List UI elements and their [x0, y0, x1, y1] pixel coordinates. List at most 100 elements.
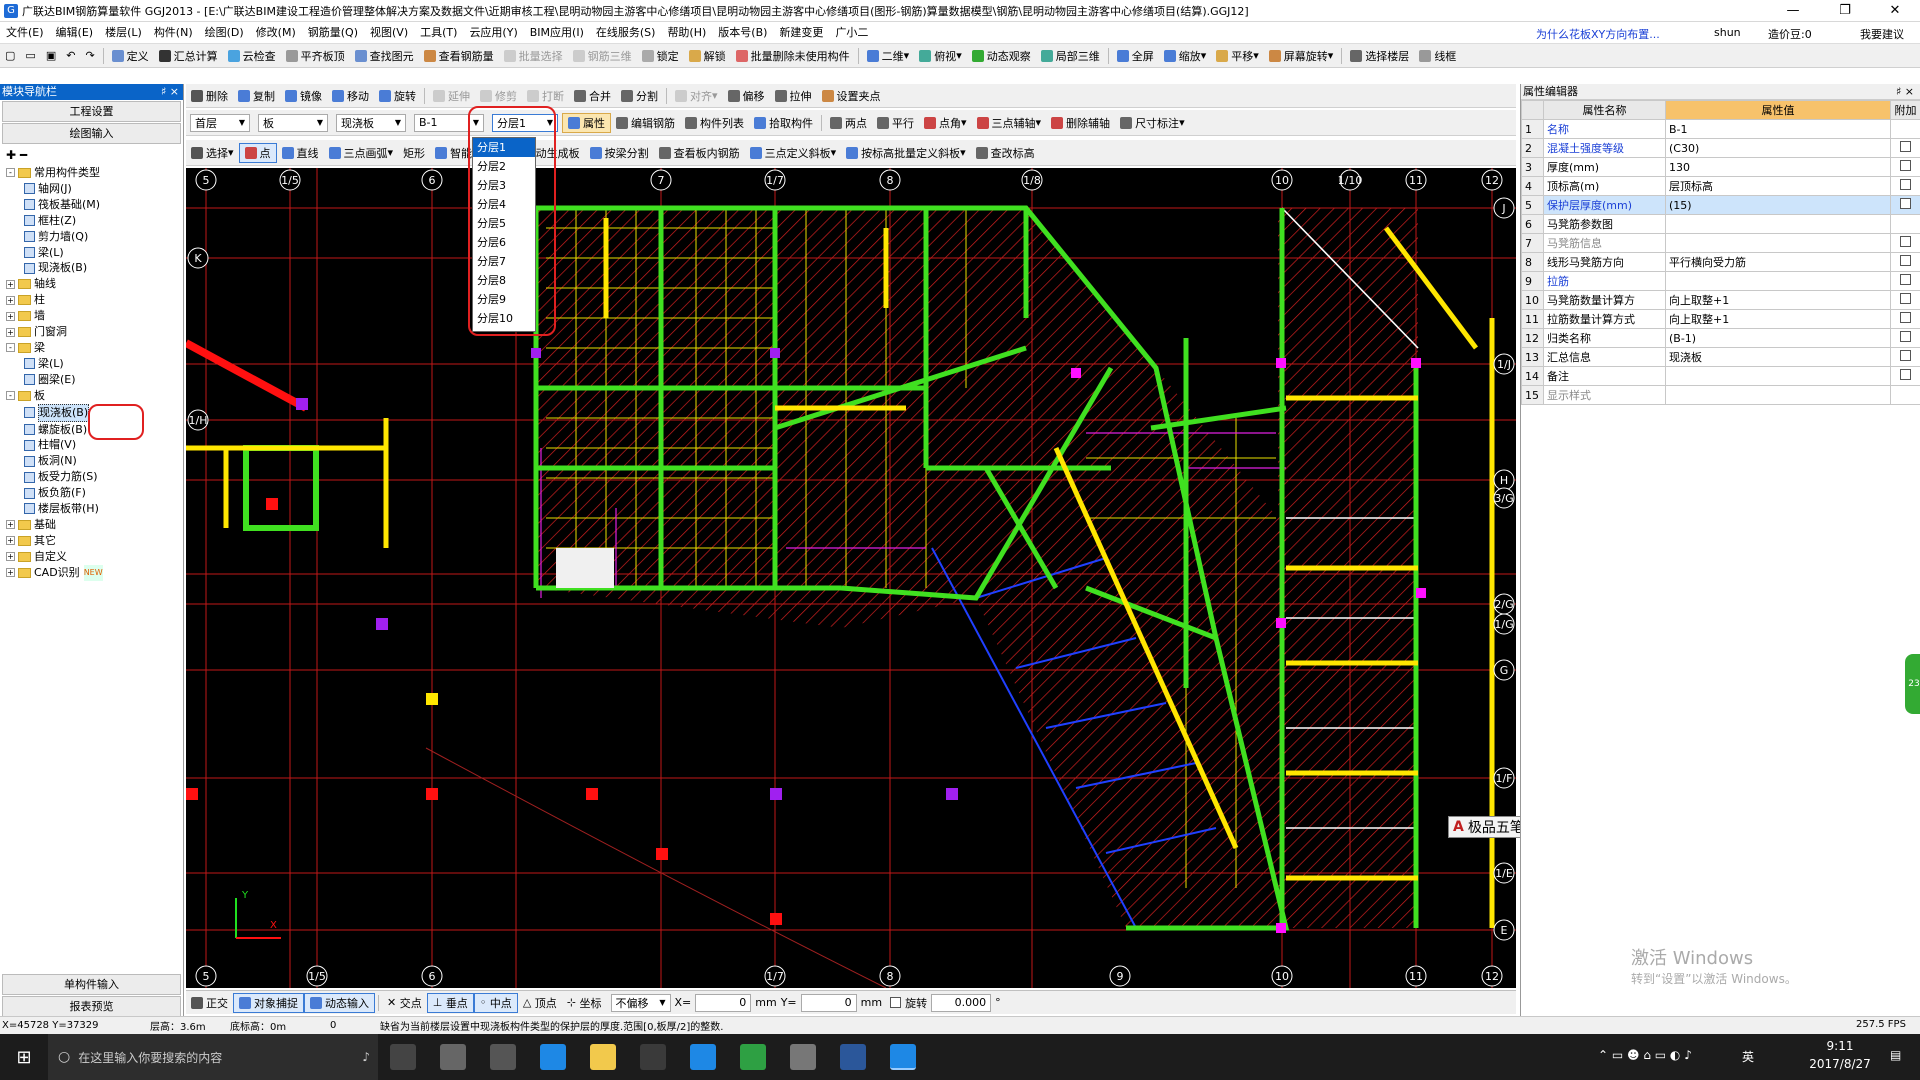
property-row[interactable]: 5 保护层厚度(mm) (15) — [1521, 195, 1920, 215]
set-grip-button[interactable]: 设置夹点 — [817, 86, 886, 106]
menu-rebar[interactable]: 钢筋量(Q) — [302, 22, 364, 43]
tree-item[interactable]: + 其它 — [6, 533, 183, 549]
tree-item[interactable]: + 基础 — [6, 517, 183, 533]
summary-calc-button[interactable]: 汇总计算 — [154, 46, 223, 66]
extra-checkbox[interactable] — [1900, 255, 1911, 266]
expand-collapse-icons[interactable]: ✚ ━ — [0, 145, 183, 165]
extra-checkbox[interactable] — [1900, 236, 1911, 247]
minimize-button[interactable]: — — [1770, 0, 1816, 21]
input-language[interactable]: 英 — [1742, 1048, 1754, 1065]
expand-icon[interactable]: + — [6, 520, 15, 530]
expand-icon[interactable]: + — [6, 552, 15, 562]
tree-item[interactable]: + 柱 — [6, 292, 183, 308]
parallel-button[interactable]: 平行 — [872, 113, 919, 133]
coordinate-snap[interactable]: ⊹ 坐标 — [562, 993, 607, 1013]
tree-item[interactable]: + 墙 — [6, 308, 183, 324]
menu-modify[interactable]: 修改(M) — [250, 22, 302, 43]
2d-button[interactable]: 二维 ▾ — [862, 46, 915, 66]
subtype-select[interactable]: 现浇板 ▼ — [336, 113, 406, 132]
expand-icon[interactable]: + — [6, 568, 15, 578]
tree-item[interactable]: 轴网(J) — [6, 181, 183, 197]
align-slab-top-button[interactable]: 平齐板顶 — [281, 46, 350, 66]
tree-item[interactable]: + 轴线 — [6, 276, 183, 292]
word-icon[interactable] — [840, 1044, 866, 1070]
lock-button[interactable]: 锁定 — [637, 46, 684, 66]
clock-time[interactable]: 9:11 — [1800, 1039, 1880, 1053]
property-row[interactable]: 14 备注 — [1521, 366, 1920, 386]
menu-guangxiaoer[interactable]: 广小二 — [829, 22, 874, 43]
expand-icon[interactable]: + — [6, 327, 15, 337]
midpoint-snap[interactable]: ◦ 中点 — [473, 992, 518, 1013]
property-row[interactable]: 1 名称 B-1 — [1521, 119, 1920, 139]
local-3d-button[interactable]: 局部三维 — [1036, 46, 1105, 66]
zoom-button[interactable]: 缩放 ▾ — [1159, 46, 1212, 66]
menu-floor[interactable]: 楼层(L) — [99, 22, 148, 43]
tab-drawing-input[interactable]: 绘图输入 — [2, 123, 181, 144]
extra-checkbox[interactable] — [1900, 274, 1911, 285]
new-file-icon[interactable]: ▢ — [0, 46, 20, 66]
extra-checkbox[interactable] — [1900, 369, 1911, 380]
menu-tools[interactable]: 工具(T) — [414, 22, 463, 43]
batch-slope-button[interactable]: 按标高批量定义斜板 ▾ — [841, 143, 971, 163]
three-point-slope-button[interactable]: 三点定义斜板 ▾ — [745, 143, 842, 163]
component-list-button[interactable]: 构件列表 — [680, 113, 749, 133]
property-row[interactable]: 4 顶标高(m) 层顶标高 — [1521, 176, 1920, 196]
property-row[interactable]: 7 马凳筋信息 — [1521, 233, 1920, 253]
close-icon[interactable]: × — [1905, 85, 1914, 98]
collapse-icon[interactable]: - — [6, 391, 15, 401]
offset-button[interactable]: 偏移 — [723, 86, 770, 106]
property-row[interactable]: 8 线形马凳筋方向 平行横向受力筋 — [1521, 252, 1920, 272]
property-row[interactable]: 15 显示样式 — [1521, 385, 1920, 405]
line-button[interactable]: 直线 — [277, 143, 324, 163]
user-name[interactable]: shun — [1714, 26, 1741, 39]
tree-item[interactable]: 梁(L) — [6, 356, 183, 372]
pin-icon[interactable]: ♯ — [161, 85, 166, 98]
menu-edit[interactable]: 编辑(E) — [50, 22, 100, 43]
pin-icon[interactable]: ♯ — [1896, 85, 1901, 98]
tree-item[interactable]: 筏板基础(M) — [6, 197, 183, 213]
property-value[interactable]: 向上取整+1 — [1665, 290, 1891, 310]
taskbar-search[interactable]: ○ 在这里输入你要搜索的内容 ♪ — [48, 1034, 378, 1080]
app-icon-2[interactable] — [490, 1044, 516, 1070]
x-input[interactable]: 0 — [695, 993, 752, 1012]
ime-mode[interactable]: A — [1449, 819, 1468, 835]
point-angle-button[interactable]: 点角 ▾ — [919, 113, 972, 133]
menu-file[interactable]: 文件(E) — [0, 22, 50, 43]
property-value[interactable] — [1665, 214, 1891, 234]
vertex-snap[interactable]: △ 顶点 — [518, 993, 562, 1013]
point-button[interactable]: 点 — [238, 142, 277, 163]
expand-icon[interactable]: + — [6, 536, 15, 546]
glodon-g-icon[interactable] — [690, 1044, 716, 1070]
collapse-icon[interactable]: - — [6, 343, 15, 353]
property-value[interactable]: (15) — [1665, 195, 1891, 215]
merge-button[interactable]: 合并 — [569, 86, 616, 106]
orbit-button[interactable]: 动态观察 — [967, 46, 1036, 66]
property-row[interactable]: 12 归类名称 (B-1) — [1521, 328, 1920, 348]
menu-bim[interactable]: BIM应用(I) — [524, 22, 590, 43]
file-explorer-icon[interactable] — [590, 1044, 616, 1070]
redo-icon[interactable]: ↷ — [80, 46, 99, 66]
extra-checkbox[interactable] — [1900, 160, 1911, 171]
edit-rebar-button[interactable]: 编辑钢筋 — [611, 113, 680, 133]
edge-icon[interactable] — [540, 1044, 566, 1070]
property-value[interactable]: (C30) — [1665, 138, 1891, 158]
properties-button[interactable]: 属性 — [562, 112, 611, 133]
object-snap-toggle[interactable]: 对象捕捉 — [233, 992, 304, 1013]
batch-delete-button[interactable]: 批量删除未使用构件 — [731, 46, 855, 66]
delete-button[interactable]: 删除 — [186, 86, 233, 106]
trim-button[interactable]: 修剪 — [475, 86, 522, 106]
cad-drawing[interactable]: 5 1/5 6 7 1/7 8 1/8 10 1/10 11 12 5 1/5 6 1/7 8 9 10 11 12 K… — [186, 168, 1516, 988]
screen-rotate-button[interactable]: 屏幕旋转 ▾ — [1264, 46, 1339, 66]
expand-icon[interactable]: + — [6, 295, 15, 305]
wireframe-button[interactable]: 线框 — [1414, 46, 1461, 66]
expand-icon[interactable]: + — [6, 279, 15, 289]
report-preview-button[interactable]: 报表预览 — [2, 996, 181, 1017]
rebar-3d-button[interactable]: 钢筋三维 — [568, 46, 637, 66]
split-button[interactable]: 分割 — [616, 86, 663, 106]
fullscreen-button[interactable]: 全屏 — [1112, 46, 1159, 66]
top-view-button[interactable]: 俯视 ▾ — [914, 46, 967, 66]
tree-item[interactable]: 现浇板(B) — [6, 260, 183, 276]
floor-select[interactable]: 首层 ▼ — [190, 113, 250, 132]
pan-button[interactable]: 平移 ▾ — [1211, 46, 1264, 66]
offset-mode-select[interactable]: 不偏移 ▼ — [610, 993, 671, 1012]
